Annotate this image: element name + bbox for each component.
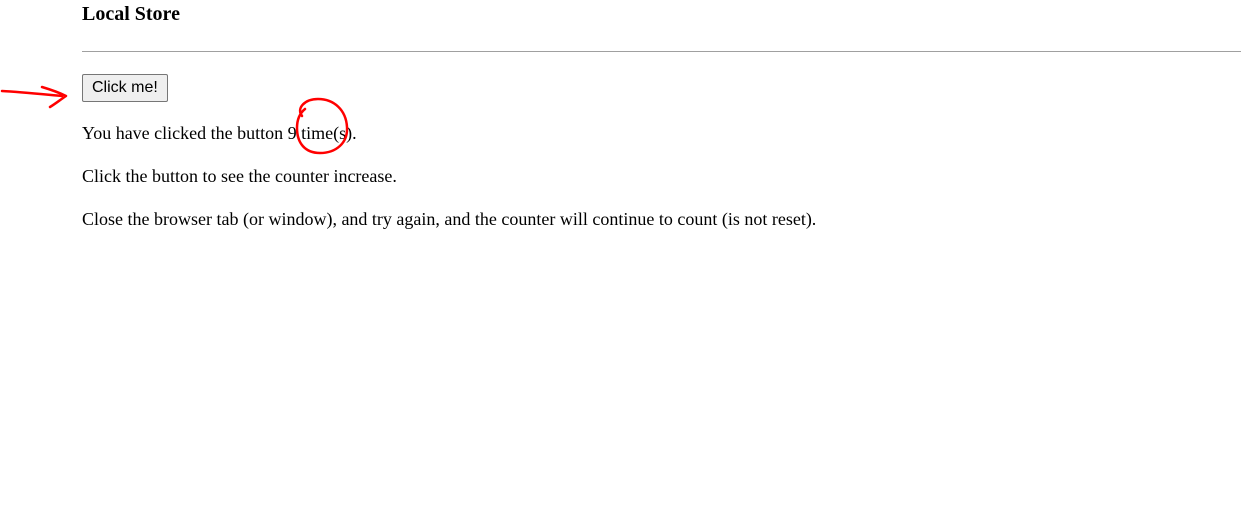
click-count-suffix: time(s).: [296, 123, 357, 143]
page-title: Local Store: [82, 3, 180, 25]
instruction-text: Click the button to see the counter incr…: [82, 166, 397, 186]
click-me-button[interactable]: Click me!: [82, 74, 168, 102]
persistence-note-text: Close the browser tab (or window), and t…: [82, 209, 817, 229]
divider: [82, 51, 1241, 52]
click-count-value: 9: [287, 123, 297, 143]
red-annotation-overlay: [0, 85, 349, 155]
arrow-annotation-icon: [0, 85, 68, 109]
click-count-prefix: You have clicked the button: [82, 123, 288, 143]
click-count-text: You have clicked the button 9 time(s).: [82, 122, 357, 144]
